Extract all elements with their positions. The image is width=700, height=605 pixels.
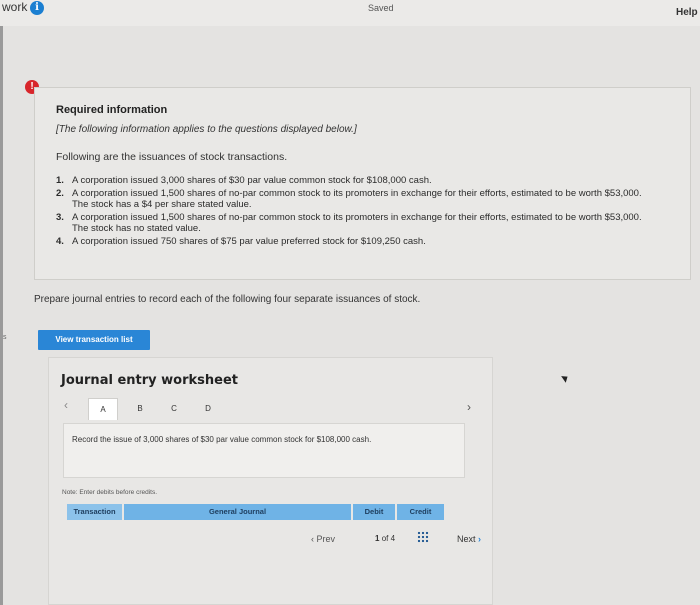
instruction-box: Record the issue of 3,000 shares of $30 … [63,423,465,478]
column-header-general-journal: General Journal [124,504,351,520]
column-header-transaction: Transaction [67,504,122,520]
saved-status: Saved [368,3,394,13]
list-item-text: A corporation issued 750 shares of $75 p… [72,236,426,247]
tab-d[interactable]: D [201,398,215,420]
chevron-left-icon[interactable]: ‹ [64,398,68,412]
list-item: 2. A corporation issued 1,500 shares of n… [56,188,656,210]
column-header-credit: Credit [397,504,444,520]
view-transaction-list-button[interactable]: View transaction list [38,330,150,350]
journal-entry-worksheet: Journal entry worksheet ‹ A B C D › Reco… [48,357,493,605]
info-icon[interactable]: i [30,1,44,15]
transaction-list: 1. A corporation issued 3,000 shares of $… [56,175,656,249]
prev-label: Prev [316,534,336,544]
tab-b[interactable]: B [133,398,147,420]
help-link[interactable]: Help [676,7,698,18]
list-item-text: A corporation issued 1,500 shares of no-… [72,188,642,210]
page-indicator: 1 of 4 [375,534,395,543]
current-page: 1 [375,534,380,543]
required-info-title: Required information [56,104,168,116]
tab-a[interactable]: A [88,398,118,420]
chevron-left-icon: ‹ [311,534,314,544]
column-header-debit: Debit [353,504,395,520]
left-edge-text: s [3,334,7,341]
note-text: Note: Enter debits before credits. [62,489,158,496]
top-bar: work i Saved Help [0,0,700,26]
next-button[interactable]: Next › [457,534,481,544]
tab-c[interactable]: C [167,398,181,420]
left-edge-divider [0,26,3,605]
list-item: 4. A corporation issued 750 shares of $75… [56,236,656,247]
list-item-text: A corporation issued 1,500 shares of no-… [72,212,642,234]
chevron-right-icon: › [478,534,482,544]
list-item-number: 2. [56,188,64,199]
prepare-instruction: Prepare journal entries to record each o… [34,294,421,305]
list-item-text: A corporation issued 3,000 shares of $30… [72,175,432,186]
required-info-intro: Following are the issuances of stock tra… [56,151,288,163]
list-item: 3. A corporation issued 1,500 shares of n… [56,212,656,234]
chevron-right-icon[interactable]: › [467,400,471,414]
mouse-cursor-icon [561,373,570,383]
list-item-number: 4. [56,236,64,247]
next-label: Next [457,534,476,544]
list-item-number: 3. [56,212,64,223]
assignment-title: work [2,0,28,14]
required-info-subtitle: [The following information applies to th… [56,124,357,135]
prev-button[interactable]: ‹ Prev [311,534,335,544]
required-info-panel: Required information [The following info… [34,87,691,280]
of-label: of [381,534,389,543]
grid-icon[interactable] [417,531,429,543]
list-item-number: 1. [56,175,64,186]
total-pages: 4 [390,534,396,543]
instruction-text: Record the issue of 3,000 shares of $30 … [72,435,372,444]
list-item: 1. A corporation issued 3,000 shares of $… [56,175,656,186]
worksheet-title: Journal entry worksheet [61,373,238,388]
